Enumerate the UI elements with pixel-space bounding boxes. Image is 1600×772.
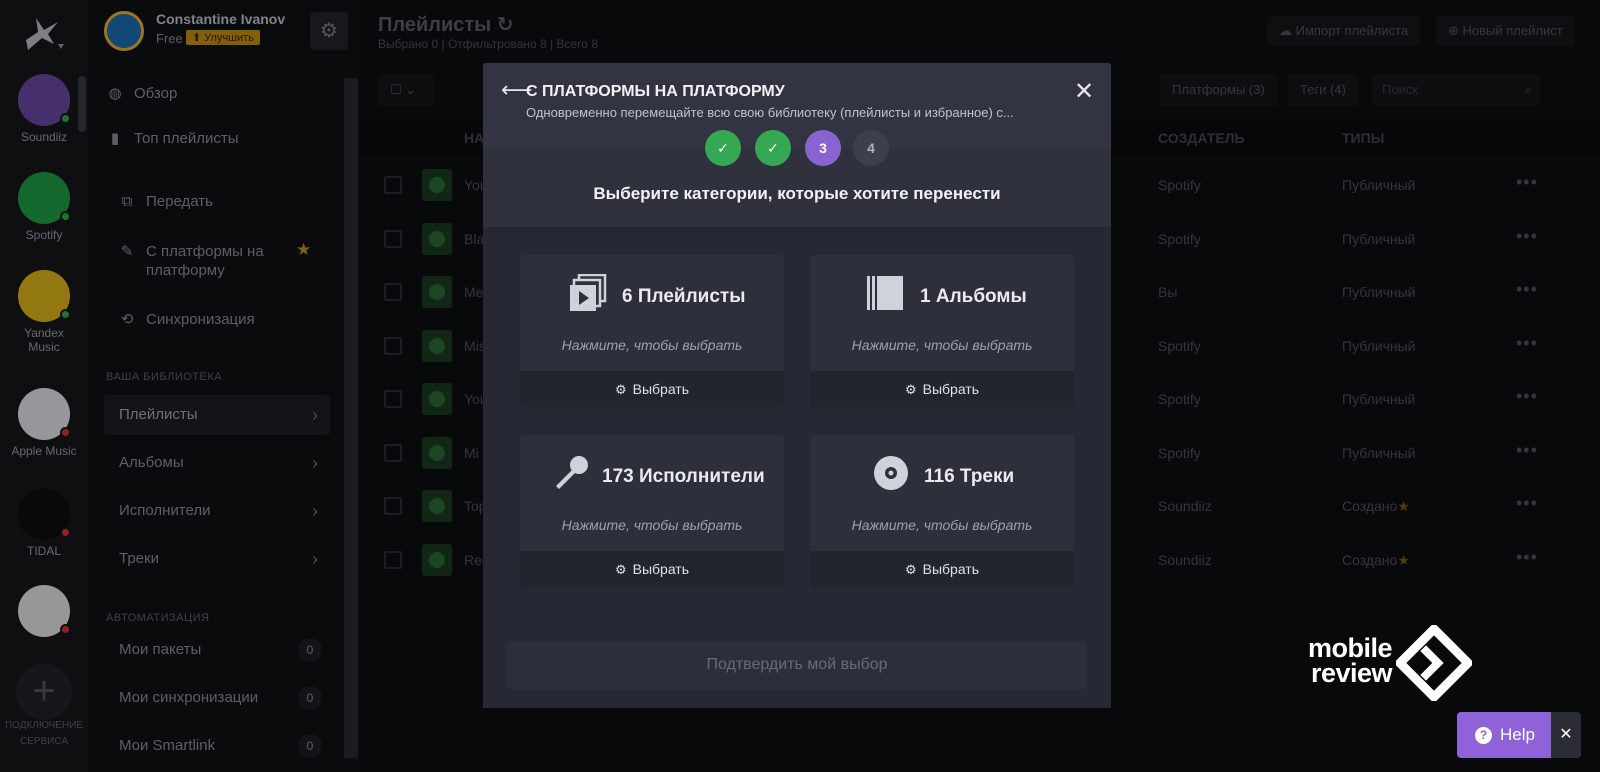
modal-body: 6 Плейлисты Нажмите, чтобы выбрать ⚙ Выбр… [483, 227, 1111, 708]
category-card-playlists[interactable]: 6 Плейлисты Нажмите, чтобы выбрать ⚙ Выбр… [520, 255, 784, 407]
gear-icon: ⚙ [614, 562, 627, 577]
select-button[interactable]: ⚙ Выбрать [520, 371, 784, 407]
select-label: Выбрать [632, 381, 690, 397]
select-button[interactable]: ⚙ Выбрать [520, 551, 784, 587]
card-top [810, 255, 1074, 371]
card-hint: Нажмите, чтобы выбрать [561, 517, 743, 533]
mobile-review-logo-icon [1396, 625, 1472, 701]
help-button[interactable]: ? Help [1457, 712, 1551, 758]
help-label: Help [1500, 725, 1535, 744]
card-top [520, 435, 784, 551]
select-label: Выбрать [922, 381, 980, 397]
gear-icon: ⚙ [614, 382, 627, 397]
album-icon [867, 276, 903, 310]
card-label: 1 Альбомы [920, 286, 1027, 307]
help-close-icon[interactable]: ✕ [1551, 712, 1581, 758]
modal-question: Выберите категории, которые хотите перен… [593, 184, 1001, 203]
gear-icon: ⚙ [904, 562, 917, 577]
question-icon: ? [1475, 727, 1492, 744]
select-label: Выбрать [922, 561, 980, 577]
confirm-selection-button[interactable]: Подтвердить мой выбор [507, 641, 1087, 689]
step-3-current: 3 [805, 130, 841, 166]
gear-icon: ⚙ [904, 382, 917, 397]
step-1-done: ✓ [705, 130, 741, 166]
watermark-line2: review [1310, 658, 1393, 688]
card-hint: Нажмите, чтобы выбрать [851, 517, 1033, 533]
category-card-artists[interactable]: 173 Исполнители Нажмите, чтобы выбрать ⚙… [520, 435, 784, 587]
category-card-tracks[interactable]: 116 Треки Нажмите, чтобы выбрать ⚙ Выбрат… [810, 435, 1074, 587]
select-button[interactable]: ⚙ Выбрать [810, 551, 1074, 587]
select-label: Выбрать [632, 561, 690, 577]
card-top [810, 435, 1074, 551]
card-hint: Нажмите, чтобы выбрать [851, 337, 1033, 353]
card-label: 116 Треки [924, 466, 1015, 487]
watermark-text: mobile review [1278, 635, 1393, 688]
step-2-done: ✓ [755, 130, 791, 166]
card-label: 173 Исполнители [602, 466, 765, 487]
close-icon[interactable]: ✕ [1074, 77, 1094, 106]
card-hint: Нажмите, чтобы выбрать [561, 337, 743, 353]
microphone-icon [556, 456, 588, 489]
transfer-modal: ⟵ С ПЛАТФОРМЫ НА ПЛАТФОРМУ Одновременно … [483, 63, 1111, 708]
step-4-pending: 4 [853, 130, 889, 166]
app-root: Soundiiz Spotify Yandex Music Apple Musi… [0, 0, 1600, 772]
disc-icon [874, 456, 908, 490]
modal-description: Одновременно перемещайте всю свою библио… [526, 105, 1014, 120]
category-card-albums[interactable]: 1 Альбомы Нажмите, чтобы выбрать ⚙ Выбрат… [810, 255, 1074, 407]
select-button[interactable]: ⚙ Выбрать [810, 371, 1074, 407]
modal-title: С ПЛАТФОРМЫ НА ПЛАТФОРМУ [526, 83, 785, 100]
card-label: 6 Плейлисты [622, 286, 746, 307]
playlists-icon [570, 274, 607, 311]
card-top [520, 255, 784, 371]
